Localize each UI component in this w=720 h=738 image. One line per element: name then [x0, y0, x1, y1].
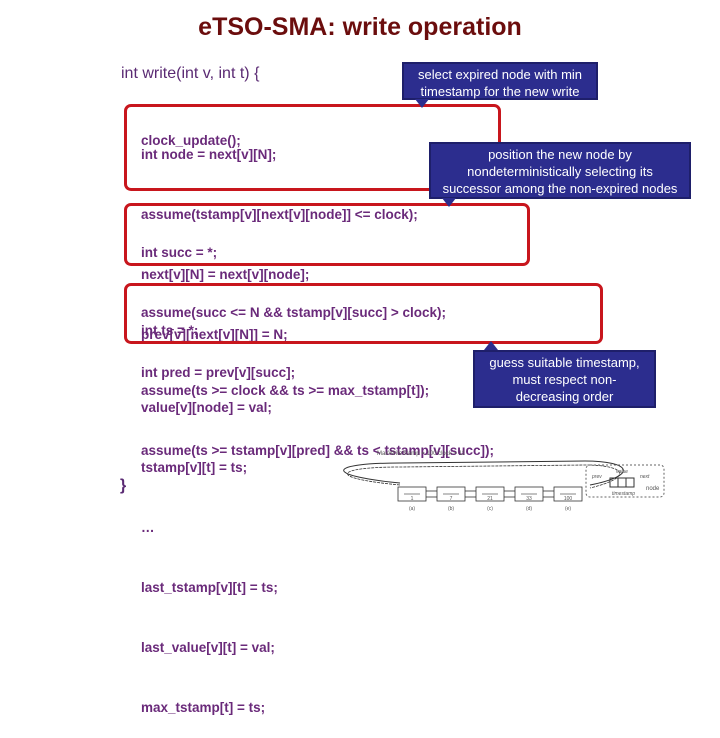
slide-title: eTSO-SMA: write operation [198, 13, 522, 41]
code-line: … [141, 520, 155, 535]
node-label: (c) [487, 506, 493, 512]
node-value: 100 [564, 496, 573, 502]
node-value: 1 [411, 496, 414, 502]
code-line: int ts = *; [141, 323, 199, 338]
callout-line: timestamp for the new write [420, 84, 580, 99]
node-label: (b) [448, 506, 454, 512]
callout-pointer [442, 198, 456, 207]
node-value: 33 [526, 496, 532, 502]
callout-line: decreasing order [515, 389, 614, 404]
legend-value: value [616, 469, 628, 475]
code-line: value[v][node] = val; [141, 400, 272, 415]
callout-line: position the new node by [488, 147, 632, 162]
node-label: (a) [409, 506, 415, 512]
callout-position-node: position the new node by nondeterministi… [429, 142, 691, 199]
code-line: max_tstamp[t] = ts; [141, 700, 266, 715]
list-node: 7 (b) [436, 486, 476, 512]
callout-pointer [484, 341, 498, 350]
callout-line: guess suitable timestamp, [489, 355, 640, 370]
code-line: int node = next[v][N]; [141, 147, 277, 162]
closing-brace: } [120, 477, 127, 494]
code-line: last_tstamp[v][t] = ts; [141, 580, 278, 595]
callout-line: must respect non- [512, 372, 617, 387]
list-node: 33 (d) [514, 486, 554, 512]
list-node: 21 (c) [475, 486, 515, 512]
linked-list-diagram: MaxWriteStamp = 100 clock = 11 1 (a) 7 (b) 2… [343, 451, 665, 512]
legend-next: next [640, 474, 650, 480]
callout-select-node: select expired node with min timestamp f… [402, 62, 598, 100]
legend-timestamp: timestamp [612, 491, 635, 497]
code-tail: value[v][node] = val; tstamp[v][t] = ts;… [141, 358, 278, 738]
node-value: 7 [450, 496, 453, 502]
callout-guess-timestamp: guess suitable timestamp, must respect n… [473, 350, 656, 408]
code-line: last_value[v][t] = val; [141, 640, 275, 655]
callout-line: nondeterministically selecting its [467, 164, 653, 179]
node-value: 21 [487, 496, 493, 502]
legend-prev: prev [591, 474, 602, 480]
code-line: tstamp[v][t] = ts; [141, 460, 248, 475]
node-label: (d) [526, 506, 532, 512]
list-node: 100 (e) [553, 486, 583, 512]
legend: value prev next timestamp node [585, 464, 665, 498]
node-label: (e) [565, 506, 571, 512]
list-node: 1 (a) [397, 486, 437, 512]
legend-node: node [646, 486, 660, 492]
callout-pointer [415, 99, 429, 108]
function-signature: int write(int v, int t) { [121, 65, 260, 82]
callout-line: successor among the non-expired nodes [442, 181, 678, 196]
code-line: int succ = *; [141, 245, 218, 260]
callout-line: select expired node with min [417, 67, 583, 82]
diagram-header: MaxWriteStamp = 100 clock = 11 [377, 451, 465, 457]
